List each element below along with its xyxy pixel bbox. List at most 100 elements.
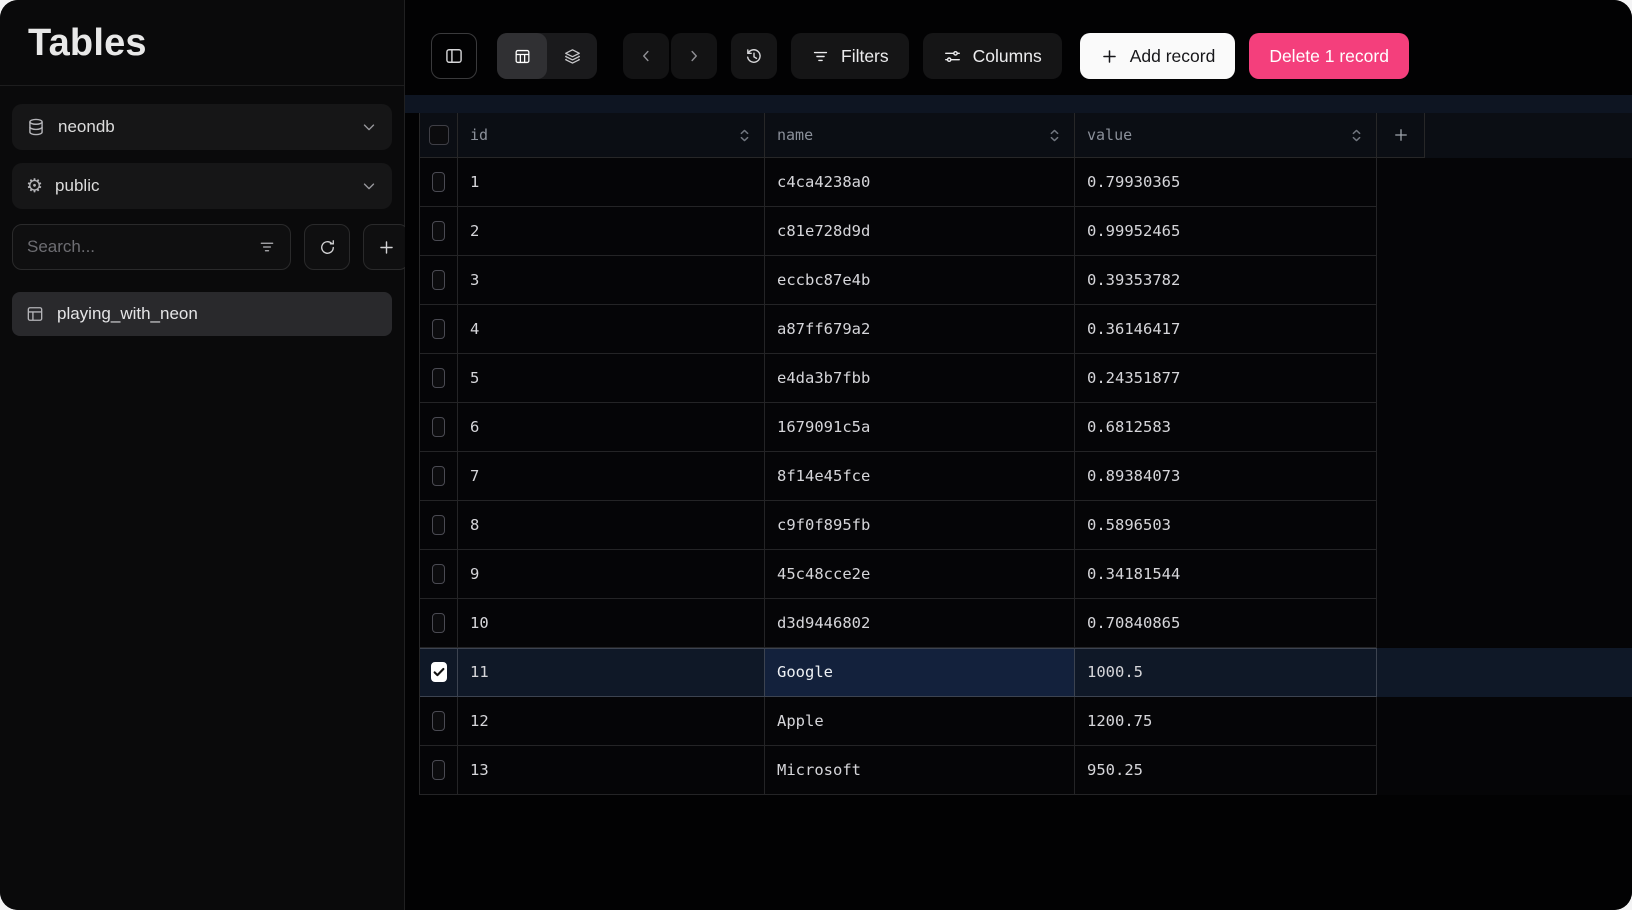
row-select-cell[interactable] bbox=[420, 403, 458, 452]
cell-id[interactable]: 3 bbox=[458, 256, 765, 305]
cell-name[interactable]: c81e728d9d bbox=[765, 207, 1075, 256]
row-checkbox[interactable] bbox=[432, 368, 445, 388]
cell-name[interactable]: e4da3b7fbb bbox=[765, 354, 1075, 403]
cell-name[interactable]: d3d9446802 bbox=[765, 599, 1075, 648]
row-select-cell[interactable] bbox=[420, 452, 458, 501]
cell-value[interactable]: 0.39353782 bbox=[1075, 256, 1377, 305]
row-select-cell[interactable] bbox=[420, 207, 458, 256]
next-page-button[interactable] bbox=[671, 33, 717, 79]
row-checkbox[interactable] bbox=[432, 221, 445, 241]
cell-name[interactable]: Microsoft bbox=[765, 746, 1075, 795]
view-mode-segment bbox=[497, 33, 597, 79]
sort-updown-icon[interactable] bbox=[737, 128, 752, 143]
row-select-cell[interactable] bbox=[420, 648, 458, 697]
cell-id[interactable]: 1 bbox=[458, 158, 765, 207]
grid-view-button[interactable] bbox=[497, 33, 547, 79]
cell-name[interactable]: Google bbox=[765, 648, 1075, 697]
row-checkbox[interactable] bbox=[431, 662, 447, 682]
cell-value[interactable]: 0.79930365 bbox=[1075, 158, 1377, 207]
row-select-cell[interactable] bbox=[420, 746, 458, 795]
table-row: 12Apple1200.75 bbox=[419, 697, 1632, 746]
schema-selector[interactable]: ⚙ public bbox=[12, 163, 392, 209]
plus-icon bbox=[1100, 47, 1119, 66]
cell-value[interactable]: 950.25 bbox=[1075, 746, 1377, 795]
add-record-button[interactable]: Add record bbox=[1080, 33, 1236, 79]
row-checkbox[interactable] bbox=[432, 417, 445, 437]
row-select-cell[interactable] bbox=[420, 501, 458, 550]
row-checkbox[interactable] bbox=[432, 760, 445, 780]
cell-name[interactable]: a87ff679a2 bbox=[765, 305, 1075, 354]
cell-value[interactable]: 0.70840865 bbox=[1075, 599, 1377, 648]
add-table-button[interactable] bbox=[363, 224, 409, 270]
table-row: 4a87ff679a20.36146417 bbox=[419, 305, 1632, 354]
delete-record-button[interactable]: Delete 1 record bbox=[1249, 33, 1409, 79]
row-checkbox[interactable] bbox=[432, 515, 445, 535]
cell-value[interactable]: 0.99952465 bbox=[1075, 207, 1377, 256]
column-header-label: name bbox=[777, 126, 813, 144]
history-button[interactable] bbox=[731, 33, 777, 79]
columns-button[interactable]: Columns bbox=[923, 33, 1062, 79]
table-row: 1c4ca4238a00.79930365 bbox=[419, 158, 1632, 207]
row-checkbox[interactable] bbox=[432, 319, 445, 339]
column-header-label: id bbox=[470, 126, 488, 144]
cell-name[interactable]: eccbc87e4b bbox=[765, 256, 1075, 305]
column-header-value[interactable]: value bbox=[1075, 113, 1377, 158]
cell-name[interactable]: 45c48cce2e bbox=[765, 550, 1075, 599]
refresh-button[interactable] bbox=[304, 224, 350, 270]
row-checkbox[interactable] bbox=[432, 270, 445, 290]
row-select-cell[interactable] bbox=[420, 158, 458, 207]
cell-id[interactable]: 11 bbox=[458, 648, 765, 697]
cell-id[interactable]: 9 bbox=[458, 550, 765, 599]
row-checkbox[interactable] bbox=[432, 564, 445, 584]
cell-value[interactable]: 1200.75 bbox=[1075, 697, 1377, 746]
chevron-right-icon bbox=[685, 47, 703, 65]
add-column-button[interactable] bbox=[1377, 113, 1425, 158]
cell-id[interactable]: 6 bbox=[458, 403, 765, 452]
cell-value[interactable]: 1000.5 bbox=[1075, 648, 1377, 697]
cell-id[interactable]: 5 bbox=[458, 354, 765, 403]
cell-id[interactable]: 7 bbox=[458, 452, 765, 501]
cell-id[interactable]: 13 bbox=[458, 746, 765, 795]
cell-name[interactable]: c4ca4238a0 bbox=[765, 158, 1075, 207]
cell-id[interactable]: 2 bbox=[458, 207, 765, 256]
cell-name[interactable]: 1679091c5a bbox=[765, 403, 1075, 452]
row-select-cell[interactable] bbox=[420, 305, 458, 354]
sort-updown-icon[interactable] bbox=[1047, 128, 1062, 143]
cell-name[interactable]: Apple bbox=[765, 697, 1075, 746]
search-box[interactable] bbox=[12, 224, 291, 270]
row-select-cell[interactable] bbox=[420, 550, 458, 599]
filters-button[interactable]: Filters bbox=[791, 33, 909, 79]
cell-value[interactable]: 0.5896503 bbox=[1075, 501, 1377, 550]
column-header-id[interactable]: id bbox=[458, 113, 765, 158]
cell-value[interactable]: 0.89384073 bbox=[1075, 452, 1377, 501]
row-select-cell[interactable] bbox=[420, 354, 458, 403]
previous-page-button[interactable] bbox=[623, 33, 669, 79]
row-select-cell[interactable] bbox=[420, 256, 458, 305]
row-checkbox[interactable] bbox=[432, 613, 445, 633]
column-header-name[interactable]: name bbox=[765, 113, 1075, 158]
cell-id[interactable]: 8 bbox=[458, 501, 765, 550]
filter-lines-icon bbox=[811, 47, 830, 66]
cell-value[interactable]: 0.6812583 bbox=[1075, 403, 1377, 452]
select-all-checkbox[interactable] bbox=[429, 125, 449, 145]
sort-updown-icon[interactable] bbox=[1349, 128, 1364, 143]
cell-id[interactable]: 12 bbox=[458, 697, 765, 746]
cell-id[interactable]: 4 bbox=[458, 305, 765, 354]
row-checkbox[interactable] bbox=[432, 711, 445, 731]
cell-value[interactable]: 0.36146417 bbox=[1075, 305, 1377, 354]
search-input[interactable] bbox=[27, 237, 248, 257]
cell-name[interactable]: 8f14e45fce bbox=[765, 452, 1075, 501]
row-select-cell[interactable] bbox=[420, 599, 458, 648]
cell-name[interactable]: c9f0f895fb bbox=[765, 501, 1075, 550]
row-checkbox[interactable] bbox=[432, 466, 445, 486]
cell-value[interactable]: 0.34181544 bbox=[1075, 550, 1377, 599]
sidebar-item-playing-with-neon[interactable]: playing_with_neon bbox=[12, 292, 392, 336]
database-selector[interactable]: neondb bbox=[12, 104, 392, 150]
layers-view-button[interactable] bbox=[547, 33, 597, 79]
row-checkbox[interactable] bbox=[432, 172, 445, 192]
row-select-cell[interactable] bbox=[420, 697, 458, 746]
cell-value[interactable]: 0.24351877 bbox=[1075, 354, 1377, 403]
select-all-cell[interactable] bbox=[420, 113, 458, 158]
toggle-sidebar-button[interactable] bbox=[431, 33, 477, 79]
cell-id[interactable]: 10 bbox=[458, 599, 765, 648]
